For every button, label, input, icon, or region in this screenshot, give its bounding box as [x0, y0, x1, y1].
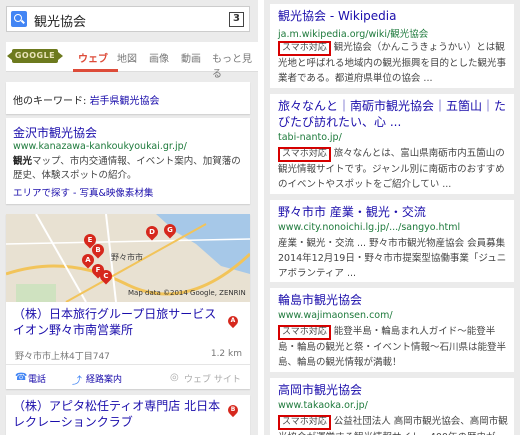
directions-button[interactable]: 経路案内	[86, 372, 122, 385]
search-result: 観光協会 - Wikipedia ja.m.wikipedia.org/wiki…	[270, 4, 514, 88]
result-title[interactable]: 高岡市観光協会	[278, 382, 508, 398]
result-sitelinks[interactable]: エリアで探す - 写真&映像素材集	[13, 185, 153, 199]
snippet-text: マップ、市内交通情報、イベント案内、加賀藩の歴史、体験スポットの紹介。	[13, 156, 241, 181]
business-distance: 1.2 km	[210, 349, 242, 359]
map-pin-label: G	[167, 226, 173, 234]
tab-more[interactable]: もっと見る	[212, 50, 258, 80]
result-snippet: 産業・観光・交流 ... 野々市市観光物産協会 会員募集 2014年12月19日…	[278, 238, 507, 279]
globe-icon: ◎	[170, 372, 179, 383]
result-url: tabi-nanto.jp/	[278, 132, 342, 143]
tab-maps[interactable]: 地図	[117, 50, 137, 65]
related-keywords-label: 他のキーワード:	[13, 96, 87, 107]
business-pin-label: B	[230, 406, 236, 413]
search-tabs: GOOGLE ウェブ 地図 画像 動画 もっと見る	[6, 42, 258, 80]
map-pin-label: D	[149, 228, 155, 236]
left-screen: 観光協会 3 GOOGLE ウェブ 地図 画像 動画 もっと見る 他のキーワード…	[0, 0, 258, 435]
business-title[interactable]: （株）日本旅行グループ日旅サービス イオン野々市南営業所	[13, 306, 223, 338]
search-query[interactable]: 観光協会	[34, 11, 86, 30]
related-keywords-card: 他のキーワード: 岩手県観光協会	[6, 82, 250, 114]
result-title[interactable]: 金沢市観光協会	[13, 124, 97, 141]
result-snippet: 観光マップ、市内交通情報、イベント案内、加賀藩の歴史、体験スポットの紹介。	[13, 155, 245, 183]
search-bar[interactable]: 観光協会 3	[6, 6, 250, 32]
mobile-friendly-badge: スマホ対応	[278, 415, 331, 430]
result-url: ja.m.wikipedia.org/wiki/観光協会	[278, 29, 429, 40]
call-button[interactable]: 電話	[28, 372, 46, 385]
map-place-label: 野々市市	[111, 253, 143, 262]
result-snippet: スマホ対応 旅々なんとは、富山県南砺市内五箇山の観光情報サイトです。ジャンル別に南…	[278, 146, 508, 192]
search-result: 野々市市 産業・観光・交流 www.city.nonoichi.lg.jp/..…	[270, 200, 514, 282]
mobile-friendly-badge: スマホ対応	[278, 147, 331, 162]
tab-web[interactable]: ウェブ	[78, 50, 108, 65]
snippet-highlight: 観光	[13, 156, 33, 167]
result-snippet: スマホ対応 観光協会（かんこうきょうかい）とは観光地と呼ばれる地域内の観光振興を目…	[278, 40, 508, 86]
local-result: （株）アピタ松任ティオ専門店 北日本レクレーションクラブ B	[6, 395, 250, 435]
related-keywords: 他のキーワード: 岩手県観光協会	[13, 92, 160, 107]
tab-videos[interactable]: 動画	[181, 50, 201, 65]
result-title[interactable]: 輪島市観光協会	[278, 292, 508, 308]
search-result: 金沢市観光協会 www.kanazawa-kankoukyoukai.gr.jp…	[6, 118, 250, 204]
search-result: 輪島市観光協会 www.wajimaonsen.com/ スマホ対応 能登半島・輪…	[270, 288, 514, 372]
map-pin-label: C	[103, 272, 109, 280]
website-button[interactable]: ウェブ サイト	[184, 372, 241, 385]
result-title[interactable]: 野々市市 産業・観光・交流	[278, 204, 508, 220]
right-screen: 観光協会 - Wikipedia ja.m.wikipedia.org/wiki…	[264, 0, 520, 435]
related-keyword-link[interactable]: 岩手県観光協会	[90, 96, 160, 107]
result-title[interactable]: 観光協会 - Wikipedia	[278, 8, 508, 24]
local-results-card: E B A F C D G 野々市市 Map data ©2014 Google…	[6, 214, 250, 389]
result-snippet: スマホ対応公益社団法人 高岡市観光協会、高岡市観光協会が運営する観光情報サイト、…	[278, 414, 508, 435]
mobile-friendly-badge: スマホ対応	[278, 325, 331, 340]
result-url: www.kanazawa-kankoukyoukai.gr.jp/	[13, 141, 187, 152]
search-result: 高岡市観光協会 www.takaoka.or.jp/ スマホ対応 公益社団法人 高…	[270, 378, 514, 435]
business-address: 野々市市上林4丁目747	[15, 352, 110, 362]
search-result: 旅々なんと｜南砺市観光協会｜五箇山｜たびたび訪れたい、心 ... tabi-na…	[270, 94, 514, 194]
map-pin-label: B	[95, 246, 101, 254]
tab-images[interactable]: 画像	[149, 50, 169, 65]
tab-count-button[interactable]: 3	[229, 12, 244, 27]
phone-icon: ☎	[15, 372, 28, 383]
map-pin-label: A	[85, 256, 91, 264]
google-logo[interactable]: GOOGLE	[7, 49, 63, 63]
business-title[interactable]: （株）アピタ松任ティオ専門店 北日本レクレーションクラブ	[13, 398, 223, 430]
mobile-friendly-badge: スマホ対応	[278, 41, 331, 56]
map-pin-label: E	[87, 236, 93, 244]
business-pin-label: A	[230, 317, 236, 324]
divider	[6, 364, 250, 365]
directions-icon: ⤴	[72, 376, 82, 387]
result-url: www.wajimaonsen.com/	[278, 310, 393, 321]
result-title[interactable]: 旅々なんと｜南砺市観光協会｜五箇山｜たびたび訪れたい、心 ...	[278, 98, 508, 130]
result-url: www.takaoka.or.jp/	[278, 400, 368, 411]
search-icon[interactable]	[11, 11, 27, 27]
map-attribution: Map data ©2014 Google, ZENRIN	[128, 289, 246, 297]
active-tab-indicator	[73, 69, 118, 72]
map-preview[interactable]: E B A F C D G 野々市市 Map data ©2014 Google…	[6, 214, 250, 302]
result-snippet: スマホ対応 能登半島・輪島まれ人ガイド〜能登半島・輪島の観光と祭・イベント情報〜石…	[278, 324, 508, 370]
result-url: www.city.nonoichi.lg.jp/.../sangyo.html	[278, 222, 461, 233]
